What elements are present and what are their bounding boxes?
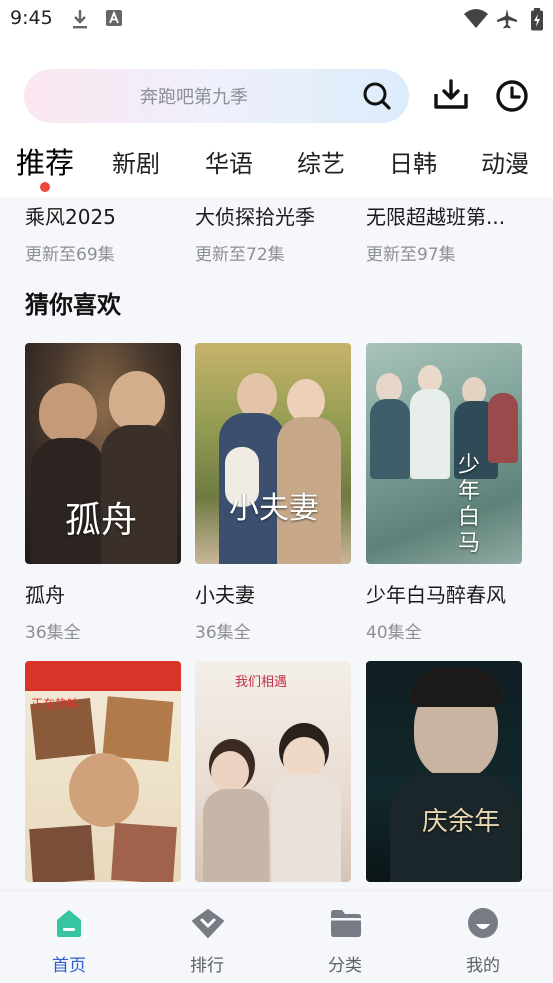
search-input[interactable]: 奔跑吧第九季 bbox=[24, 69, 409, 123]
item-title: 少年白马醉春风 bbox=[366, 583, 506, 607]
item-title: 孤舟 bbox=[25, 583, 65, 607]
poster-title: 庆余年 bbox=[422, 807, 501, 837]
poster-title: 小夫妻 bbox=[229, 491, 319, 526]
drama-card[interactable]: 小夫妻 小夫妻 36集全 bbox=[195, 343, 351, 643]
bottom-nav: 首页 排行 分类 我的 bbox=[0, 890, 553, 983]
tab-chinese[interactable]: 华语 bbox=[205, 144, 253, 179]
history-icon[interactable] bbox=[494, 78, 530, 114]
nav-label: 分类 bbox=[328, 956, 362, 976]
poster-image: 小夫妻 bbox=[195, 343, 351, 564]
item-title: 小夫妻 bbox=[195, 583, 255, 607]
airplane-icon bbox=[497, 9, 517, 29]
nav-home[interactable]: 首页 bbox=[19, 891, 119, 983]
poster-image: 庆余年 bbox=[366, 661, 522, 882]
tab-new-drama[interactable]: 新剧 bbox=[112, 144, 160, 179]
poster-title: 孤舟 bbox=[65, 500, 138, 541]
list-item[interactable]: 乘风2025 更新至69集 bbox=[25, 201, 185, 265]
tab-anime[interactable]: 动漫 bbox=[481, 144, 529, 179]
drama-card[interactable]: 少年白马 少年白马醉春风 40集全 bbox=[366, 343, 522, 643]
tab-variety[interactable]: 综艺 bbox=[297, 144, 345, 179]
poster-image: 孤舟 bbox=[25, 343, 181, 564]
previous-row: 乘风2025 更新至69集 大侦探拾光季 更新至72集 无限超越班第... 更新… bbox=[0, 197, 553, 267]
ranking-icon bbox=[192, 909, 224, 938]
wifi-icon bbox=[464, 9, 488, 28]
poster-title: 少年白马 bbox=[458, 453, 481, 556]
item-subtitle: 更新至69集 bbox=[25, 245, 115, 265]
item-title: 无限超越班第... bbox=[366, 205, 506, 229]
drama-card[interactable]: 孤舟 孤舟 36集全 bbox=[25, 343, 181, 643]
section-title: 猜你喜欢 bbox=[25, 291, 121, 319]
list-item[interactable]: 大侦探拾光季 更新至72集 bbox=[195, 201, 355, 265]
item-title: 大侦探拾光季 bbox=[195, 205, 315, 229]
active-tab-indicator bbox=[40, 182, 50, 192]
item-subtitle: 40集全 bbox=[366, 623, 422, 643]
status-time: 9:45 bbox=[10, 7, 53, 29]
poster-image: 少年白马 bbox=[366, 343, 522, 564]
drama-card[interactable]: 庆余年 bbox=[366, 661, 522, 882]
item-title: 乘风2025 bbox=[25, 205, 116, 229]
content-feed[interactable]: 乘风2025 更新至69集 大侦探拾光季 更新至72集 无限超越班第... 更新… bbox=[0, 197, 553, 890]
tab-japan-korea[interactable]: 日韩 bbox=[389, 144, 437, 179]
nav-profile[interactable]: 我的 bbox=[433, 891, 533, 983]
profile-icon bbox=[468, 908, 498, 938]
download-icon bbox=[73, 10, 87, 29]
drama-card[interactable]: 正在热映 bbox=[25, 661, 181, 882]
search-icon[interactable] bbox=[361, 80, 393, 112]
nav-category[interactable]: 分类 bbox=[295, 891, 395, 983]
poster-image: 我们相遇 bbox=[195, 661, 351, 882]
item-subtitle: 36集全 bbox=[25, 623, 81, 643]
folder-icon bbox=[331, 910, 361, 937]
nav-label: 排行 bbox=[190, 956, 224, 976]
item-subtitle: 更新至72集 bbox=[195, 245, 285, 265]
nav-label: 首页 bbox=[52, 956, 86, 976]
poster-tag: 正在热映 bbox=[31, 697, 80, 711]
tab-recommend[interactable]: 推荐 bbox=[16, 140, 74, 182]
category-tabs: 推荐 新剧 华语 综艺 日韩 动漫 bbox=[0, 138, 553, 196]
battery-icon bbox=[531, 8, 543, 31]
item-subtitle: 更新至97集 bbox=[366, 245, 456, 265]
poster-image: 正在热映 bbox=[25, 661, 181, 882]
list-item[interactable]: 无限超越班第... 更新至97集 bbox=[366, 201, 526, 265]
nav-ranking[interactable]: 排行 bbox=[157, 891, 257, 983]
font-a-icon bbox=[106, 10, 122, 26]
item-subtitle: 36集全 bbox=[195, 623, 251, 643]
drama-card[interactable]: 我们相遇 bbox=[195, 661, 351, 882]
home-icon bbox=[57, 910, 81, 937]
nav-label: 我的 bbox=[466, 956, 500, 976]
search-placeholder: 奔跑吧第九季 bbox=[140, 87, 248, 108]
download-icon[interactable] bbox=[433, 78, 469, 112]
status-bar: 9:45 bbox=[0, 0, 553, 40]
poster-tag: 我们相遇 bbox=[235, 675, 288, 690]
